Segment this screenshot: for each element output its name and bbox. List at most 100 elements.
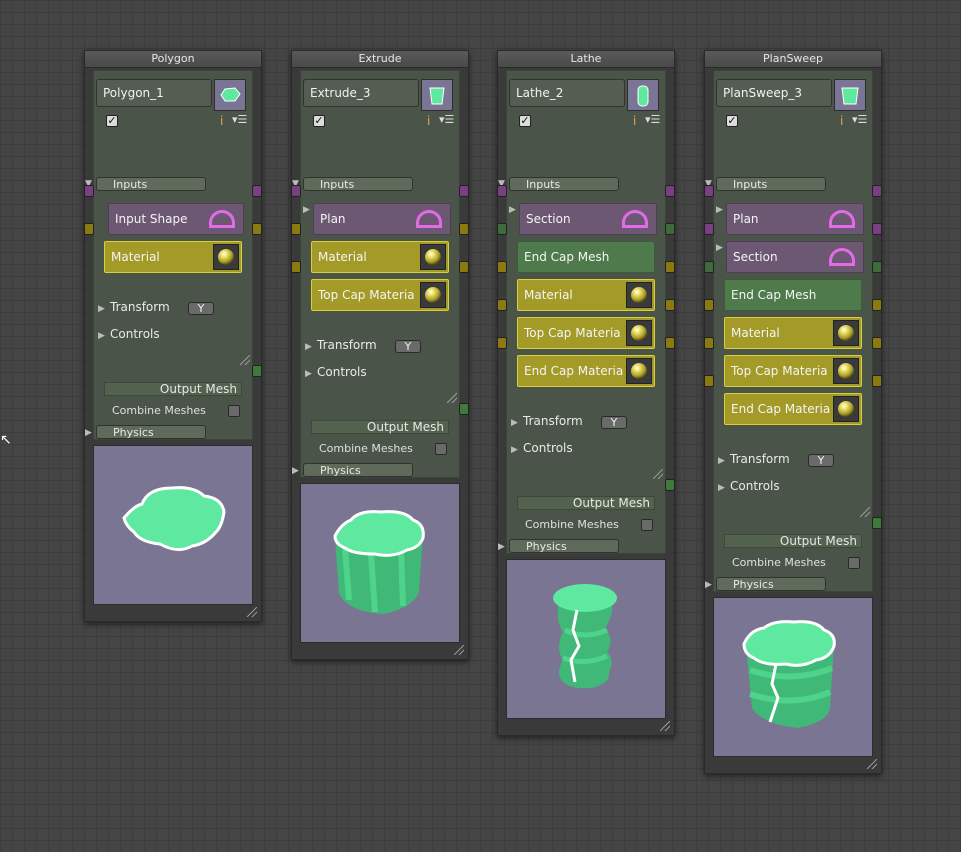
expand-icon[interactable]: ▶ xyxy=(305,369,312,379)
expand-icon[interactable]: ▶ xyxy=(718,483,725,493)
resize-grip-icon[interactable] xyxy=(447,393,457,403)
output-port-top-cap-material[interactable] xyxy=(459,261,469,273)
slot-material[interactable]: Material xyxy=(724,317,862,349)
input-port-shape[interactable] xyxy=(291,185,301,197)
slot-plan[interactable]: Plan xyxy=(726,203,864,235)
controls-label[interactable]: Controls xyxy=(730,479,780,493)
input-port-material[interactable] xyxy=(291,223,301,235)
inputs-header[interactable]: ▼ Inputs xyxy=(498,177,619,191)
physics-header[interactable]: ▶ Physics xyxy=(498,539,619,553)
enabled-checkbox[interactable]: ✓ xyxy=(726,115,738,127)
slot-end-cap-mesh[interactable]: End Cap Mesh xyxy=(724,279,862,311)
resize-grip-icon[interactable] xyxy=(247,607,257,617)
axis-button[interactable]: Y xyxy=(808,454,834,467)
axis-button[interactable]: Y xyxy=(601,416,627,429)
output-port-end-cap-mesh[interactable] xyxy=(665,223,675,235)
combine-meshes-checkbox[interactable] xyxy=(228,405,240,417)
input-port-end-cap-mesh[interactable] xyxy=(704,261,714,273)
expand-icon[interactable]: ▶ xyxy=(511,445,518,455)
material-picker[interactable] xyxy=(626,358,652,384)
expand-icon[interactable]: ▶ xyxy=(98,304,105,314)
slot-expand-icon[interactable]: ▶ xyxy=(509,205,516,215)
expand-icon[interactable]: ▶ xyxy=(98,331,105,341)
output-port-material[interactable] xyxy=(665,261,675,273)
slot-end-cap-mesh[interactable]: End Cap Mesh xyxy=(517,241,655,273)
transform-label[interactable]: Transform xyxy=(317,338,377,352)
slot-expand-icon[interactable]: ▶ xyxy=(716,205,723,215)
output-port-mesh[interactable] xyxy=(665,479,675,491)
menu-icon[interactable]: ▾☰ xyxy=(645,113,660,126)
material-picker[interactable] xyxy=(420,244,446,270)
output-port-mesh[interactable] xyxy=(252,365,262,377)
node-title[interactable]: Extrude xyxy=(292,51,468,68)
inputs-header[interactable]: ▼ Inputs xyxy=(705,177,826,191)
output-port-top-cap-material[interactable] xyxy=(872,337,882,349)
input-port-top-cap-material[interactable] xyxy=(291,261,301,273)
material-picker[interactable] xyxy=(833,320,859,346)
input-port-material[interactable] xyxy=(704,299,714,311)
node-polygon[interactable]: Polygon Polygon_1 ✓ i ▾☰ ▼ Inputs ▶ Inpu… xyxy=(84,50,262,622)
material-picker[interactable] xyxy=(833,396,859,422)
slot-end-cap-material[interactable]: End Cap Materia xyxy=(724,393,862,425)
input-port-section[interactable] xyxy=(704,223,714,235)
info-icon[interactable]: i xyxy=(427,114,430,128)
node-name-field[interactable]: Extrude_3 xyxy=(303,79,419,107)
transform-label[interactable]: Transform xyxy=(110,300,170,314)
mesh-preview[interactable] xyxy=(713,597,873,757)
mesh-preview[interactable] xyxy=(300,483,460,643)
material-picker[interactable] xyxy=(626,320,652,346)
resize-grip-icon[interactable] xyxy=(867,759,877,769)
slot-input-shape[interactable]: Input Shape xyxy=(108,203,244,235)
material-picker[interactable] xyxy=(626,282,652,308)
output-port-end-cap-mesh[interactable] xyxy=(872,261,882,273)
slot-section[interactable]: Section xyxy=(726,241,864,273)
menu-icon[interactable]: ▾☰ xyxy=(232,113,247,126)
slot-plan[interactable]: Plan xyxy=(313,203,451,235)
expand-icon[interactable]: ▶ xyxy=(305,342,312,352)
output-port-mesh[interactable] xyxy=(459,403,469,415)
input-port-section[interactable] xyxy=(497,185,507,197)
input-port-shape[interactable] xyxy=(84,185,94,197)
resize-grip-icon[interactable] xyxy=(240,355,250,365)
controls-label[interactable]: Controls xyxy=(317,365,367,379)
node-title[interactable]: Polygon xyxy=(85,51,261,68)
slot-end-cap-material[interactable]: End Cap Materia xyxy=(517,355,655,387)
output-port-material[interactable] xyxy=(252,223,262,235)
axis-button[interactable]: Y xyxy=(188,302,214,315)
resize-grip-icon[interactable] xyxy=(660,721,670,731)
physics-header[interactable]: ▶ Physics xyxy=(705,577,826,591)
node-name-field[interactable]: Lathe_2 xyxy=(509,79,625,107)
combine-meshes-checkbox[interactable] xyxy=(848,557,860,569)
transform-label[interactable]: Transform xyxy=(523,414,583,428)
slot-top-cap-material[interactable]: Top Cap Materia xyxy=(517,317,655,349)
slot-top-cap-material[interactable]: Top Cap Materia xyxy=(311,279,449,311)
input-port-top-cap-material[interactable] xyxy=(704,337,714,349)
slot-expand-icon[interactable]: ▶ xyxy=(716,243,723,253)
node-lathe[interactable]: Lathe Lathe_2 ✓ i ▾☰ ▼ Inputs ▶ Section … xyxy=(497,50,675,736)
output-port-material[interactable] xyxy=(459,223,469,235)
info-icon[interactable]: i xyxy=(840,114,843,128)
output-port-top-cap-material[interactable] xyxy=(665,299,675,311)
menu-icon[interactable]: ▾☰ xyxy=(439,113,454,126)
slot-material[interactable]: Material xyxy=(311,241,449,273)
output-port-section[interactable] xyxy=(872,223,882,235)
axis-button[interactable]: Y xyxy=(395,340,421,353)
material-picker[interactable] xyxy=(213,244,239,270)
inputs-header[interactable]: ▼ Inputs xyxy=(292,177,413,191)
node-title[interactable]: PlanSweep xyxy=(705,51,881,68)
controls-label[interactable]: Controls xyxy=(110,327,160,341)
input-port-plan[interactable] xyxy=(704,185,714,197)
output-port-material[interactable] xyxy=(872,299,882,311)
enabled-checkbox[interactable]: ✓ xyxy=(106,115,118,127)
node-name-field[interactable]: PlanSweep_3 xyxy=(716,79,832,107)
slot-material[interactable]: Material xyxy=(517,279,655,311)
combine-meshes-checkbox[interactable] xyxy=(435,443,447,455)
menu-icon[interactable]: ▾☰ xyxy=(852,113,867,126)
output-port-shape[interactable] xyxy=(252,185,262,197)
resize-grip-icon[interactable] xyxy=(653,469,663,479)
resize-grip-icon[interactable] xyxy=(860,507,870,517)
info-icon[interactable]: i xyxy=(633,114,636,128)
input-port-end-cap-mesh[interactable] xyxy=(497,223,507,235)
resize-grip-icon[interactable] xyxy=(454,645,464,655)
material-picker[interactable] xyxy=(833,358,859,384)
